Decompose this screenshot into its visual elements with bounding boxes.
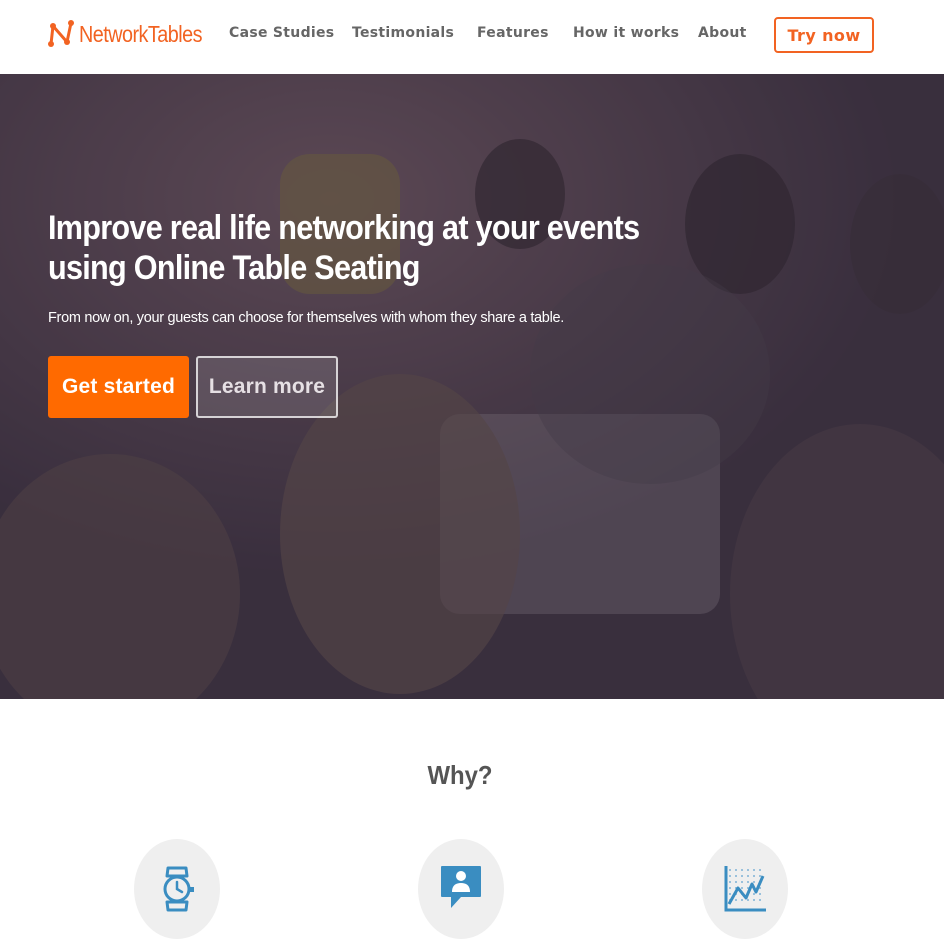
logo[interactable]: NetworkTables [47,18,222,50]
logo-text: NetworkTables [79,20,203,47]
nav-link-how-it-works[interactable]: How it works [573,25,679,41]
feature-card-results [702,839,788,939]
user-speech-bubble-icon [441,866,481,908]
line-chart-icon [724,866,766,912]
nav-link-about[interactable]: About [698,25,747,41]
wristwatch-icon [163,866,194,912]
hero-title: Improve real life networking at your eve… [48,209,640,287]
nav-link-features[interactable]: Features [477,25,549,41]
get-started-button[interactable]: Get started [48,356,189,418]
why-heading: Why? [427,760,493,790]
feature-card-networking [418,839,504,939]
nav-link-case-studies[interactable]: Case Studies [229,25,334,41]
nav-link-testimonials[interactable]: Testimonials [352,25,454,41]
hero-section: Improve real life networking at your eve… [0,74,944,699]
try-now-button[interactable]: Try now [774,17,874,53]
top-navigation-bar: NetworkTables Case Studies Testimonials … [0,0,944,74]
feature-card-time [134,839,220,939]
hero-subtitle: From now on, your guests can choose for … [48,310,564,326]
network-logo-icon [48,20,74,47]
learn-more-button[interactable]: Learn more [196,356,338,418]
